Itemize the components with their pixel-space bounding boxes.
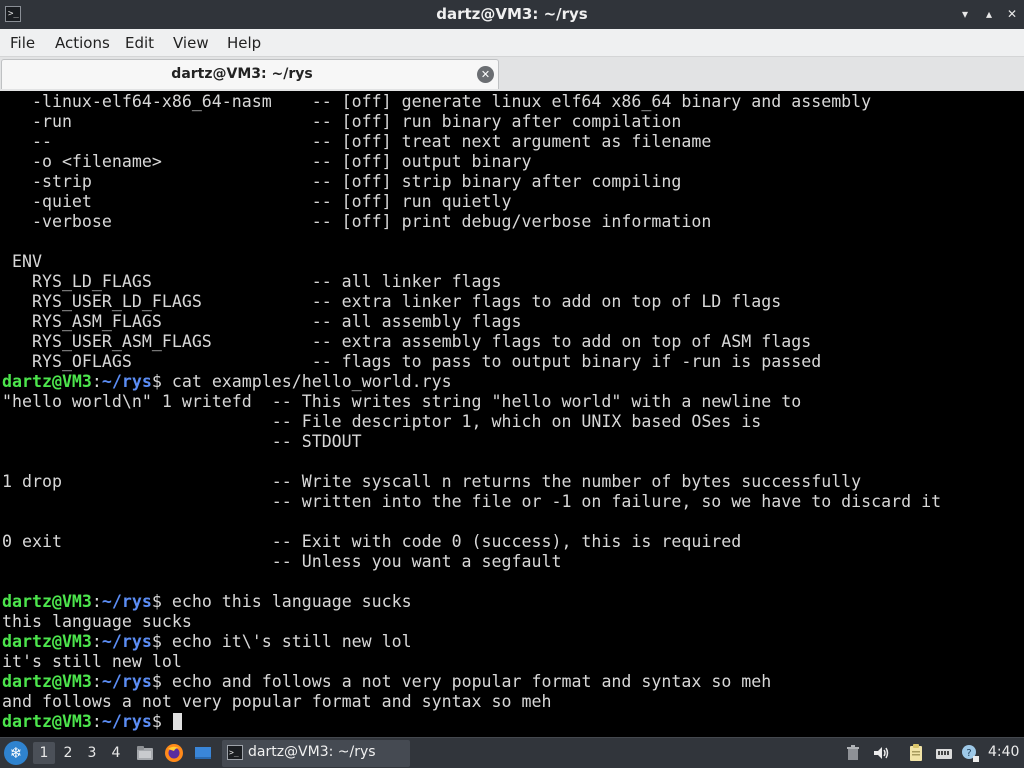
prompt-symbol: $ (151, 712, 172, 731)
menu-actions[interactable]: Actions (55, 34, 110, 52)
prompt-symbol: $ (151, 592, 172, 611)
output-line: this language sucks (2, 612, 192, 631)
prompt-colon: : (91, 632, 102, 651)
firefox-icon[interactable] (164, 743, 184, 763)
output-line: -- written into the file or -1 on failur… (2, 492, 942, 511)
output-line: -- File descriptor 1, which on UNIX base… (2, 412, 762, 431)
output-line: -run -- [off] run binary after compilati… (2, 112, 682, 131)
workspace-3[interactable]: 3 (81, 742, 103, 764)
file-manager-icon[interactable] (135, 743, 155, 763)
prompt-colon: : (91, 372, 102, 391)
output-line: it's still new lol (2, 652, 182, 671)
minimize-icon[interactable]: ▾ (957, 6, 973, 22)
prompt-user-host: dartz@VM3 (2, 592, 92, 611)
output-line: "hello world\n" 1 writefd -- This writes… (2, 392, 802, 411)
svg-text:?: ? (966, 748, 971, 759)
show-desktop-icon[interactable] (193, 743, 213, 763)
output-line: -- Unless you want a segfault (2, 552, 562, 571)
task-label: dartz@VM3: ~/rys (248, 744, 376, 760)
menu-edit[interactable]: Edit (125, 34, 154, 52)
prompt-line: dartz@VM3:~/rys$ (2, 712, 1024, 732)
output-line: -verbose -- [off] print debug/verbose in… (2, 212, 712, 231)
window-title: dartz@VM3: ~/rys (436, 5, 588, 23)
output-line: RYS_OFLAGS -- flags to pass to output bi… (2, 352, 822, 371)
prompt-path: ~/rys (101, 372, 152, 391)
terminal-output[interactable]: -linux-elf64-x86_64-nasm -- [off] genera… (0, 91, 1024, 737)
prompt-line: dartz@VM3:~/rys$ echo this language suck… (2, 592, 1024, 612)
prompt-line: dartz@VM3:~/rys$ cat examples/hello_worl… (2, 372, 1024, 392)
output-line: 0 exit -- Exit with code 0 (success), th… (2, 532, 742, 551)
workspace-4[interactable]: 4 (105, 742, 127, 764)
prompt-colon: : (91, 712, 102, 731)
terminal-lines: -linux-elf64-x86_64-nasm -- [off] genera… (2, 92, 1024, 732)
workspace-2[interactable]: 2 (57, 742, 79, 764)
update-notifier-icon[interactable]: ? (960, 743, 980, 763)
output-line: RYS_LD_FLAGS -- all linker flags (2, 272, 502, 291)
close-icon[interactable]: ✕ (1004, 6, 1020, 22)
prompt-user-host: dartz@VM3 (2, 372, 92, 391)
tab-close-icon[interactable]: ✕ (477, 66, 494, 83)
menu-view[interactable]: View (173, 34, 209, 52)
terminal-cursor (172, 713, 182, 730)
window-titlebar[interactable]: >_ dartz@VM3: ~/rys ▾ ▴ ✕ (0, 0, 1024, 29)
output-line: 1 drop -- Write syscall n returns the nu… (2, 472, 862, 491)
trash-icon[interactable] (843, 743, 863, 763)
prompt-path: ~/rys (101, 592, 152, 611)
maximize-icon[interactable]: ▴ (981, 6, 997, 22)
start-menu-icon[interactable]: ❄ (4, 741, 28, 765)
output-line: -strip -- [off] strip binary after compi… (2, 172, 682, 191)
tab-title: dartz@VM3: ~/rys (171, 66, 313, 82)
command-text: echo and follows a not very popular form… (171, 672, 772, 691)
command-text: cat examples/hello_world.rys (171, 372, 452, 391)
output-line: -quiet -- [off] run quietly (2, 192, 512, 211)
output-line: RYS_USER_LD_FLAGS -- extra linker flags … (2, 292, 782, 311)
output-line: -- STDOUT (2, 432, 362, 451)
menu-file[interactable]: File (10, 34, 35, 52)
output-line: -- -- [off] treat next argument as filen… (2, 132, 712, 151)
prompt-symbol: $ (151, 632, 172, 651)
output-line: -linux-elf64-x86_64-nasm -- [off] genera… (2, 92, 872, 111)
prompt-user-host: dartz@VM3 (2, 632, 92, 651)
terminal-icon: >_ (227, 745, 243, 760)
prompt-symbol: $ (151, 672, 172, 691)
tab-bar: dartz@VM3: ~/rys ✕ (0, 57, 1024, 91)
prompt-symbol: $ (151, 372, 172, 391)
clock: 4:40 (988, 744, 1020, 760)
command-text: echo this language sucks (171, 592, 412, 611)
prompt-line: dartz@VM3:~/rys$ echo and follows a not … (2, 672, 1024, 692)
output-line: and follows a not very popular format an… (2, 692, 552, 711)
output-line: RYS_USER_ASM_FLAGS -- extra assembly fla… (2, 332, 812, 351)
prompt-path: ~/rys (101, 712, 152, 731)
output-line: RYS_ASM_FLAGS -- all assembly flags (2, 312, 522, 331)
prompt-colon: : (91, 672, 102, 691)
output-line: -o <filename> -- [off] output binary (2, 152, 532, 171)
menubar: File Actions Edit View Help (0, 29, 1024, 57)
volume-icon[interactable] (871, 743, 891, 763)
clipboard-icon[interactable] (906, 743, 926, 763)
taskbar-task-terminal[interactable]: >_ dartz@VM3: ~/rys (222, 740, 410, 767)
prompt-path: ~/rys (101, 632, 152, 651)
tab-terminal[interactable]: dartz@VM3: ~/rys ✕ (1, 59, 499, 89)
workspace-1[interactable]: 1 (33, 742, 55, 764)
menu-help[interactable]: Help (227, 34, 261, 52)
output-line: ENV (2, 252, 42, 271)
prompt-user-host: dartz@VM3 (2, 712, 92, 731)
command-text: echo it\'s still new lol (171, 632, 412, 651)
prompt-path: ~/rys (101, 672, 152, 691)
prompt-user-host: dartz@VM3 (2, 672, 92, 691)
network-icon[interactable] (934, 743, 954, 763)
taskbar: ❄ 1 2 3 4 >_ dartz@VM3: ~/rys ? 4:40 (0, 737, 1024, 768)
prompt-line: dartz@VM3:~/rys$ echo it\'s still new lo… (2, 632, 1024, 652)
prompt-colon: : (91, 592, 102, 611)
